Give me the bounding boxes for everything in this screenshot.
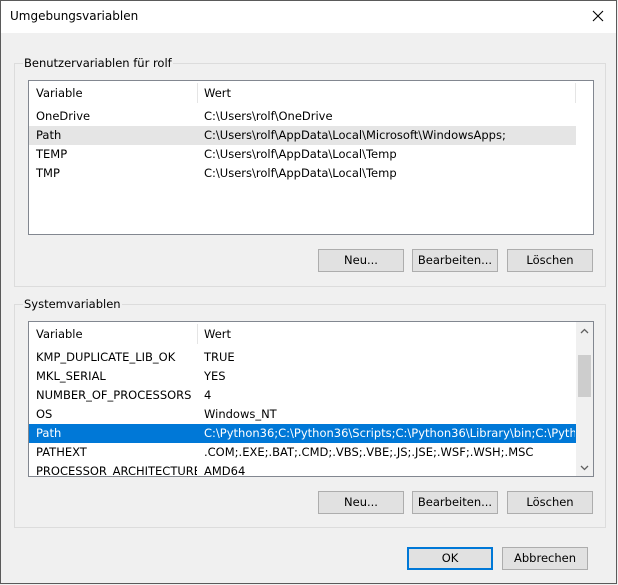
variable-name: Path: [36, 128, 62, 142]
environment-variables-dialog: Umgebungsvariablen Benutzervariablen für…: [0, 0, 617, 584]
user-variables-label: Benutzervariablen für rolf: [23, 56, 173, 70]
list-item[interactable]: Path C:\Python36;C:\Python36\Scripts;C:\…: [29, 424, 576, 443]
variable-name: KMP_DUPLICATE_LIB_OK: [36, 350, 176, 364]
scrollbar-thumb[interactable]: [578, 355, 591, 397]
close-button[interactable]: [580, 1, 616, 31]
system-variables-group: Systemvariablen Variable Wert KMP_DUPLIC…: [14, 297, 606, 528]
variable-value: .COM;.EXE;.BAT;.CMD;.VBS;.VBE;.JS;.JSE;.…: [204, 445, 534, 459]
variable-value: Windows_NT: [204, 407, 277, 421]
list-item[interactable]: NUMBER_OF_PROCESSORS 4: [29, 386, 576, 405]
system-variables-label: Systemvariablen: [23, 297, 122, 311]
list-header: Variable Wert: [29, 81, 593, 105]
variable-value: C:\Python36;C:\Python36\Scripts;C:\Pytho…: [204, 426, 575, 440]
scroll-up-button[interactable]: [576, 322, 593, 339]
variable-name: OneDrive: [36, 109, 91, 123]
list-item[interactable]: TMP C:\Users\rolf\AppData\Local\Temp: [29, 164, 576, 183]
variable-name: NUMBER_OF_PROCESSORS: [36, 388, 192, 402]
variable-name: OS: [36, 407, 53, 421]
variable-value: TRUE: [204, 350, 235, 364]
list-item[interactable]: Path C:\Users\rolf\AppData\Local\Microso…: [29, 126, 576, 145]
user-edit-button[interactable]: Bearbeiten...: [412, 249, 498, 272]
column-header-variable[interactable]: Variable: [29, 81, 197, 105]
list-header: Variable Wert: [29, 322, 593, 346]
vertical-scrollbar[interactable]: [576, 322, 593, 476]
user-new-button[interactable]: Neu...: [318, 249, 404, 272]
variable-name: PROCESSOR_ARCHITECTURE: [36, 464, 197, 477]
variable-value: YES: [204, 369, 226, 383]
column-header-variable[interactable]: Variable: [29, 322, 197, 346]
variable-value: C:\Users\rolf\OneDrive: [204, 109, 333, 123]
title-bar: Umgebungsvariablen: [1, 1, 616, 33]
chevron-down-icon: [580, 465, 589, 470]
variable-value: C:\Users\rolf\AppData\Local\Temp: [204, 147, 397, 161]
user-variables-group: Benutzervariablen für rolf Variable Wert…: [14, 56, 606, 287]
variable-name: TEMP: [36, 147, 68, 161]
list-item[interactable]: OS Windows_NT: [29, 405, 576, 424]
close-icon: [592, 10, 604, 22]
system-new-button[interactable]: Neu...: [318, 491, 404, 514]
system-delete-button[interactable]: Löschen: [507, 491, 593, 514]
variable-value: 4: [204, 388, 212, 402]
system-variables-list[interactable]: Variable Wert KMP_DUPLICATE_LIB_OK TRUE …: [28, 321, 594, 477]
list-item[interactable]: PATHEXT .COM;.EXE;.BAT;.CMD;.VBS;.VBE;.J…: [29, 443, 576, 462]
list-item[interactable]: MKL_SERIAL YES: [29, 367, 576, 386]
window-title: Umgebungsvariablen: [10, 9, 139, 23]
list-item[interactable]: PROCESSOR_ARCHITECTURE AMD64: [29, 462, 576, 477]
ok-button[interactable]: OK: [407, 547, 493, 570]
list-item[interactable]: TEMP C:\Users\rolf\AppData\Local\Temp: [29, 145, 576, 164]
variable-name: PATHEXT: [36, 445, 87, 459]
variable-value: AMD64: [204, 464, 246, 477]
user-delete-button[interactable]: Löschen: [507, 249, 593, 272]
user-variables-list[interactable]: Variable Wert OneDrive C:\Users\rolf\One…: [28, 80, 594, 235]
cancel-button[interactable]: Abbrechen: [502, 547, 588, 570]
scroll-down-button[interactable]: [576, 459, 593, 476]
variable-value: C:\Users\rolf\AppData\Local\Microsoft\Wi…: [204, 128, 506, 142]
variable-name: TMP: [36, 166, 60, 180]
column-header-value[interactable]: Wert: [197, 322, 575, 346]
chevron-up-icon: [580, 328, 589, 333]
variable-value: C:\Users\rolf\AppData\Local\Temp: [204, 166, 397, 180]
variable-name: Path: [36, 426, 62, 440]
list-item[interactable]: OneDrive C:\Users\rolf\OneDrive: [29, 107, 576, 126]
system-edit-button[interactable]: Bearbeiten...: [412, 491, 498, 514]
list-item[interactable]: KMP_DUPLICATE_LIB_OK TRUE: [29, 348, 576, 367]
column-header-value[interactable]: Wert: [197, 81, 575, 105]
variable-name: MKL_SERIAL: [36, 369, 106, 383]
